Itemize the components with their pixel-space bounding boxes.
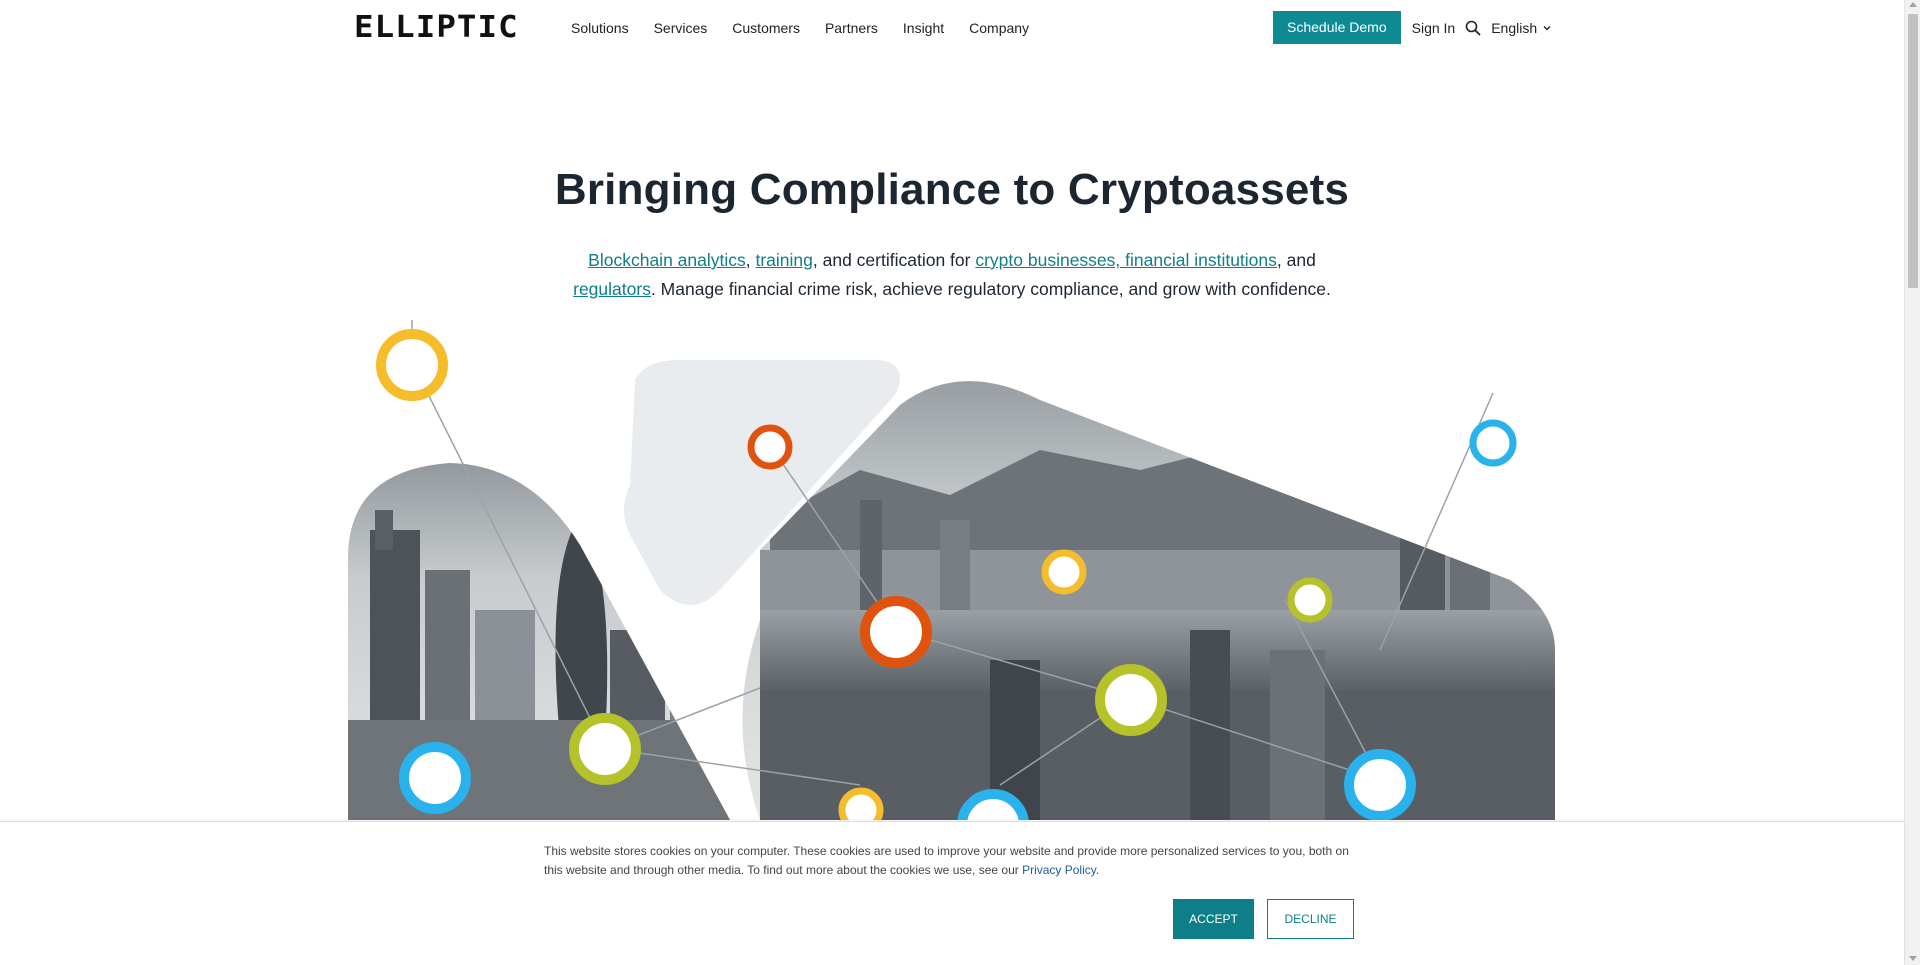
- search-icon[interactable]: [1465, 20, 1481, 36]
- ring-blue-right: [1344, 749, 1416, 820]
- nav-partners[interactable]: Partners: [825, 18, 878, 38]
- ring-orange-small: [747, 424, 793, 470]
- hero-text-rest: . Manage financial crime risk, achieve r…: [650, 279, 1331, 299]
- cookie-banner: This website stores cookies on your comp…: [0, 821, 1904, 965]
- ring-yellow-mid: [1041, 549, 1087, 595]
- privacy-policy-link[interactable]: Privacy Policy: [1022, 863, 1096, 877]
- ring-orange-large: [860, 596, 932, 668]
- hero-text-and: , and: [1276, 250, 1316, 270]
- main-nav: Solutions Services Customers Partners In…: [571, 18, 1054, 38]
- cookie-text: This website stores cookies on your comp…: [544, 844, 1349, 877]
- site-header: ELLIPTIC Solutions Services Customers Pa…: [0, 0, 1904, 56]
- ring-yellow-bottom: [838, 787, 884, 820]
- ring-blue-bottom: [957, 789, 1029, 820]
- hero-subtitle: Blockchain analytics, training, and cert…: [552, 246, 1352, 304]
- elliptic-logo[interactable]: ELLIPTIC: [354, 10, 530, 45]
- header-controls: Schedule Demo Sign In English: [1273, 11, 1552, 44]
- schedule-demo-button[interactable]: Schedule Demo: [1273, 11, 1401, 44]
- cookie-message: This website stores cookies on your comp…: [544, 842, 1364, 880]
- link-regulators[interactable]: regulators: [573, 279, 651, 299]
- hero-title: Bringing Compliance to Cryptoassets: [554, 165, 1350, 214]
- ring-blue-top: [1469, 419, 1517, 467]
- language-selector[interactable]: English: [1491, 20, 1552, 36]
- link-crypto-businesses[interactable]: crypto businesses, financial institution…: [975, 250, 1277, 270]
- hero-cityscape-illustration: [348, 320, 1555, 820]
- link-training[interactable]: training: [755, 250, 812, 270]
- scroll-up-arrow-icon[interactable]: [1909, 2, 1917, 7]
- page-scrollbar[interactable]: [1904, 0, 1920, 965]
- ring-lime-small: [1287, 577, 1333, 623]
- ring-blue-left: [399, 742, 471, 814]
- ring-lime-left: [569, 713, 641, 785]
- nav-company[interactable]: Company: [969, 18, 1029, 38]
- ring-lime-large: [1095, 664, 1167, 736]
- nav-customers[interactable]: Customers: [732, 18, 800, 38]
- ring-yellow-large: [376, 329, 448, 401]
- nav-services[interactable]: Services: [654, 18, 708, 38]
- nav-insight[interactable]: Insight: [903, 18, 944, 38]
- accept-cookies-button[interactable]: ACCEPT: [1173, 899, 1254, 939]
- logo-text: ELLIPTIC: [354, 10, 519, 45]
- cookie-text-end: .: [1095, 863, 1100, 877]
- scroll-down-arrow-icon[interactable]: [1909, 956, 1917, 961]
- language-label: English: [1491, 19, 1538, 36]
- decline-cookies-button[interactable]: DECLINE: [1267, 899, 1354, 939]
- sign-in-link[interactable]: Sign In: [1412, 20, 1456, 36]
- link-blockchain-analytics[interactable]: Blockchain analytics: [588, 250, 746, 270]
- chevron-down-icon: [1543, 25, 1551, 30]
- nav-solutions[interactable]: Solutions: [571, 18, 629, 38]
- scroll-thumb[interactable]: [1908, 14, 1918, 288]
- hero-text-certification: , and certification for: [812, 250, 976, 270]
